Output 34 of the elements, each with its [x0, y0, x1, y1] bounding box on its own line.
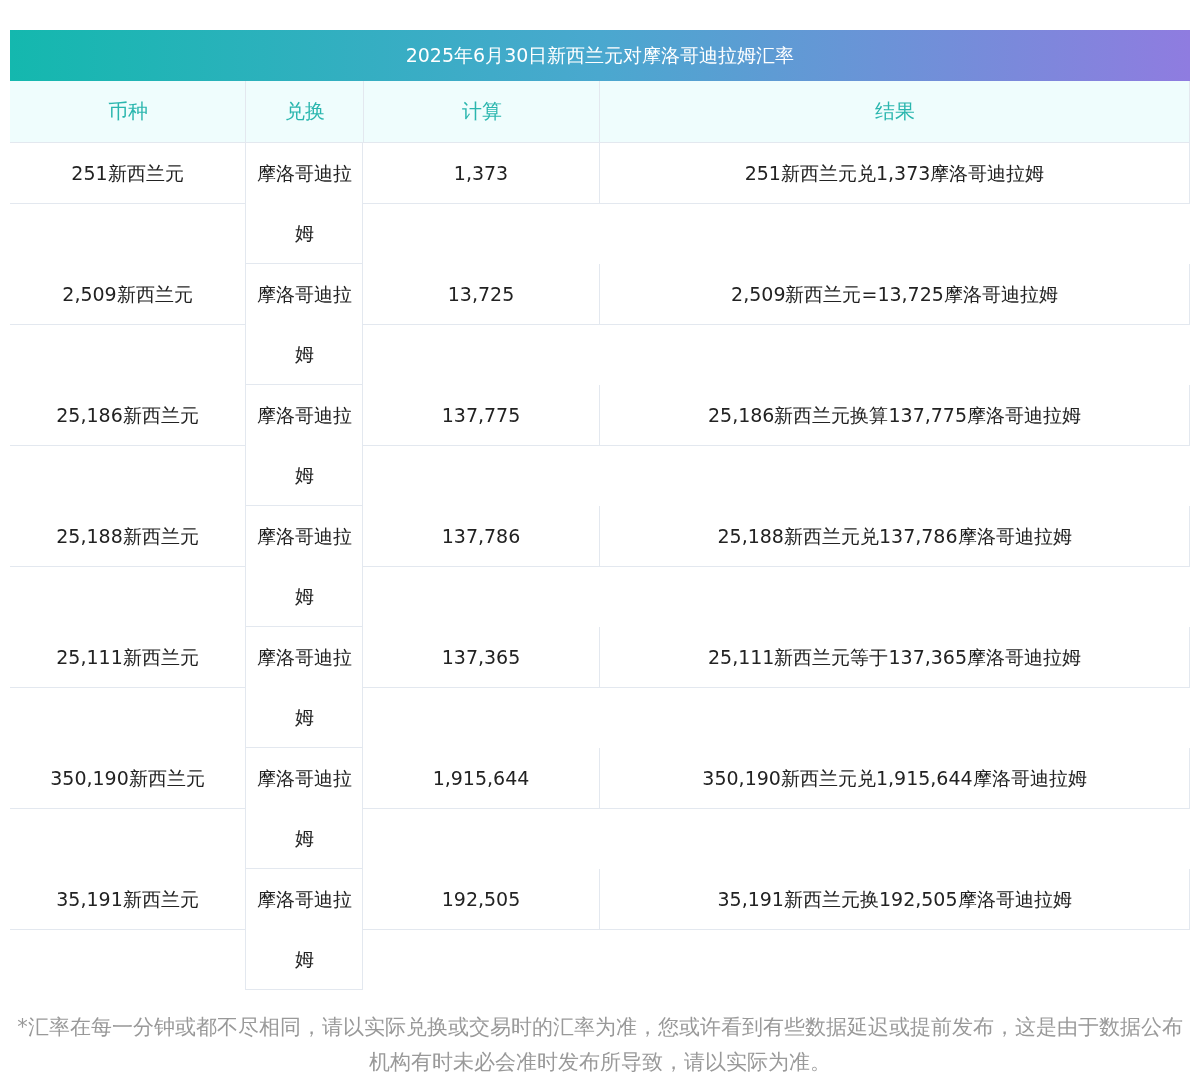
- table-cell: 1,915,644: [363, 748, 599, 809]
- table-cell: 2,509新西兰元=13,725摩洛哥迪拉姆: [599, 264, 1190, 325]
- table-cell: 25,186新西兰元换算137,775摩洛哥迪拉姆: [599, 385, 1190, 446]
- table-cell: 251新西兰元: [10, 143, 245, 204]
- table-cell: 350,190新西兰元兑1,915,644摩洛哥迪拉姆: [599, 748, 1190, 809]
- table-cell: 35,191新西兰元: [10, 869, 245, 930]
- table-cell: 摩洛哥迪拉姆: [245, 748, 363, 869]
- column-header: 计算: [363, 81, 599, 142]
- table-cell: 摩洛哥迪拉姆: [245, 264, 363, 385]
- table-cell: 137,786: [363, 506, 599, 567]
- column-header: 结果: [599, 81, 1190, 142]
- table-cell: 13,725: [363, 264, 599, 325]
- table-cell: 摩洛哥迪拉姆: [245, 385, 363, 506]
- table-cell: 137,365: [363, 627, 599, 688]
- table-cell: 25,111新西兰元: [10, 627, 245, 688]
- table-cell: 25,111新西兰元等于137,365摩洛哥迪拉姆: [599, 627, 1190, 688]
- table-cell: 25,186新西兰元: [10, 385, 245, 446]
- column-header: 兑换: [245, 81, 363, 142]
- table-cell: 2,509新西兰元: [10, 264, 245, 325]
- table-cell: 137,775: [363, 385, 599, 446]
- disclaimer-note: *汇率在每一分钟或都不尽相同，请以实际兑换或交易时的汇率为准，您或许看到有些数据延迟或提前发布，这是由于数据公布机构有时未必会准时发布所导致，请以实际为准。: [16, 1014, 1184, 1076]
- table-cell: 251新西兰元兑1,373摩洛哥迪拉姆: [599, 143, 1190, 204]
- table-cell: 摩洛哥迪拉姆: [245, 143, 363, 264]
- table-cell: 摩洛哥迪拉姆: [245, 506, 363, 627]
- table-cell: 25,188新西兰元: [10, 506, 245, 567]
- table-cell: 摩洛哥迪拉姆: [245, 627, 363, 748]
- table-cell: 1,373: [363, 143, 599, 204]
- table-cell: 350,190新西兰元: [10, 748, 245, 809]
- table-cell: 25,188新西兰元兑137,786摩洛哥迪拉姆: [599, 506, 1190, 567]
- table-cell: 摩洛哥迪拉姆: [245, 869, 363, 990]
- column-header: 币种: [106, 98, 149, 125]
- table-cell: 192,505: [363, 869, 599, 930]
- table-cell: 35,191新西兰元换192,505摩洛哥迪拉姆: [599, 869, 1190, 930]
- table-title: 2025年6月30日新西兰元对摩洛哥迪拉姆汇率: [10, 30, 1190, 81]
